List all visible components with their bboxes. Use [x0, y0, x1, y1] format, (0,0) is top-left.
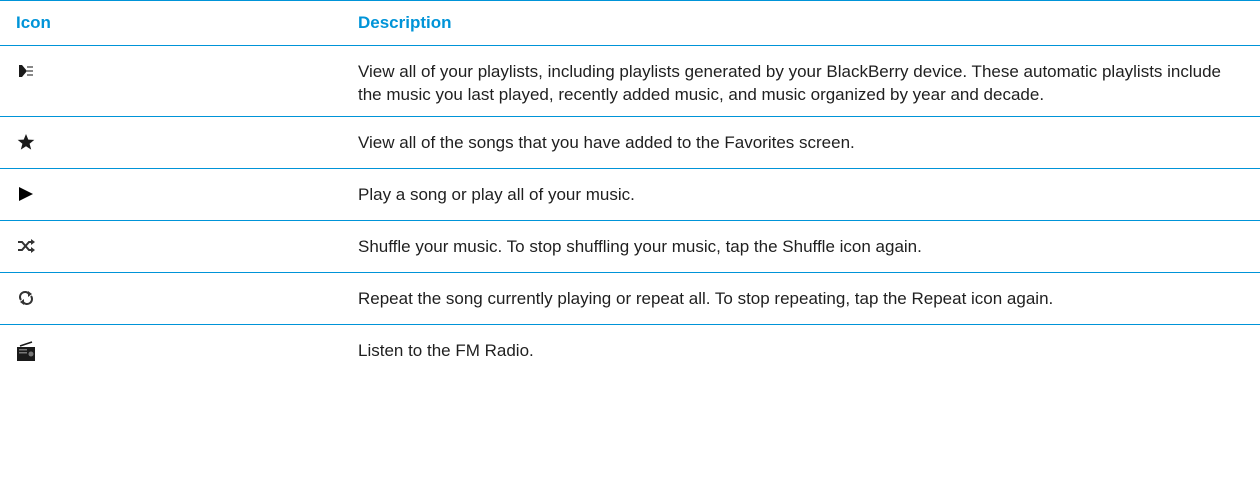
icon-cell — [0, 325, 358, 377]
table-row: View all of the songs that you have adde… — [0, 116, 1260, 169]
icon-cell — [0, 220, 358, 273]
description-cell: Shuffle your music. To stop shuffling yo… — [358, 220, 1260, 273]
icon-cell — [0, 45, 358, 117]
description-cell: View all of the songs that you have adde… — [358, 116, 1260, 169]
play-icon — [16, 184, 36, 204]
icon-cell — [0, 168, 358, 221]
star-icon — [16, 132, 36, 152]
description-cell: Listen to the FM Radio. — [358, 341, 534, 360]
description-cell: Repeat the song currently playing or rep… — [358, 272, 1260, 325]
description-cell: Play a song or play all of your music. — [358, 168, 1260, 221]
icon-description-table: Icon Description View all of your playli… — [0, 0, 1260, 376]
column-header-icon: Icon — [0, 0, 358, 46]
column-header-description: Description — [358, 0, 1260, 46]
repeat-icon — [16, 288, 36, 308]
radio-icon — [16, 340, 36, 361]
shuffle-icon — [16, 236, 36, 256]
table-header-row: Icon Description — [0, 0, 1260, 46]
table-row: View all of your playlists, including pl… — [0, 45, 1260, 117]
table-row: Repeat the song currently playing or rep… — [0, 272, 1260, 325]
table-row: Shuffle your music. To stop shuffling yo… — [0, 220, 1260, 273]
table-row: Play a song or play all of your music. — [0, 168, 1260, 221]
playlists-icon — [16, 61, 36, 81]
icon-cell — [0, 272, 358, 325]
description-cell: View all of your playlists, including pl… — [358, 45, 1260, 117]
table-row: Listen to the FM Radio. — [0, 325, 1260, 377]
icon-cell — [0, 116, 358, 169]
